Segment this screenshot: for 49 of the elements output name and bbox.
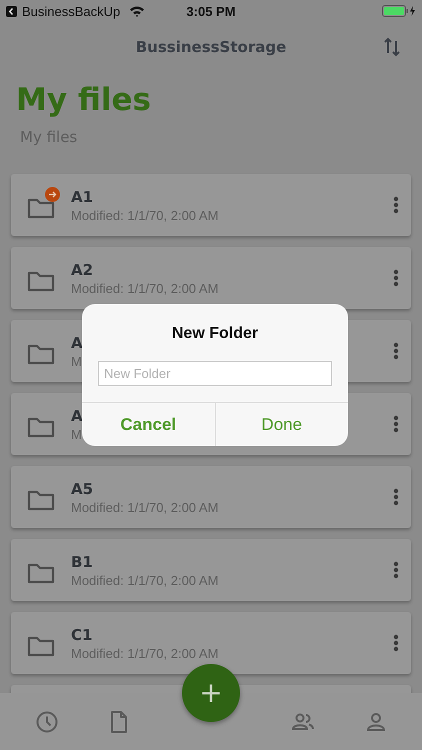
sort-icon[interactable]: [384, 37, 400, 57]
more-options-icon[interactable]: [393, 634, 399, 652]
status-time: 3:05 PM: [185, 4, 237, 18]
modified-date: M: [71, 354, 82, 368]
folder-name-field[interactable]: New Folder: [98, 361, 332, 386]
folder-icon: [27, 197, 55, 219]
battery-icon: [382, 5, 416, 17]
modified-date: Modified: 1/1/70, 2:00 AM: [71, 646, 218, 660]
wifi-icon: [129, 5, 146, 17]
people-icon[interactable]: [292, 712, 314, 730]
modified-date: M: [71, 426, 82, 442]
more-options-icon[interactable]: [393, 196, 399, 214]
folder-name: A1: [71, 188, 94, 206]
folder-name: A: [71, 406, 83, 424]
page-title: My files: [16, 81, 152, 120]
back-app-label[interactable]: BusinessBackUp: [22, 4, 120, 18]
folder-icon: [27, 270, 55, 292]
folder-row[interactable]: C1 Modified: 1/1/70, 2:00 AM: [11, 612, 411, 674]
folder-icon: [27, 416, 55, 438]
more-options-icon[interactable]: [393, 269, 399, 287]
folder-name: A: [71, 334, 83, 352]
folder-row[interactable]: A5 Modified: 1/1/70, 2:00 AM: [11, 466, 411, 528]
nav-title: BussinessStorage: [136, 38, 286, 56]
dialog-title: New Folder: [172, 325, 258, 343]
folder-icon: [27, 489, 55, 511]
folder-row[interactable]: B1 Modified: 1/1/70, 2:00 AM: [11, 539, 411, 601]
more-options-icon[interactable]: [393, 415, 399, 433]
clock-icon[interactable]: [36, 710, 58, 732]
folder-name: A5: [71, 480, 94, 498]
cancel-button[interactable]: Cancel: [82, 403, 214, 446]
more-options-icon[interactable]: [393, 342, 399, 360]
folder-name: B1: [71, 552, 93, 570]
folder-row[interactable]: A1 Modified: 1/1/70, 2:00 AM: [11, 174, 411, 236]
folder-name: C1: [71, 626, 92, 644]
modified-date: Modified: 1/1/70, 2:00 AM: [71, 500, 218, 514]
back-icon[interactable]: [6, 6, 17, 16]
folder-name: A2: [71, 260, 94, 278]
folder-icon: [27, 562, 55, 584]
more-options-icon[interactable]: [393, 488, 399, 506]
modified-date: Modified: 1/1/70, 2:00 AM: [71, 572, 218, 588]
done-button[interactable]: Done: [214, 403, 348, 446]
folder-icon: [27, 635, 55, 657]
folder-row[interactable]: A2 Modified: 1/1/70, 2:00 AM: [11, 247, 411, 309]
folder-icon: [27, 343, 55, 365]
person-icon[interactable]: [366, 712, 386, 732]
file-icon[interactable]: [110, 710, 128, 732]
modified-date: Modified: 1/1/70, 2:00 AM: [71, 280, 218, 296]
more-options-icon[interactable]: [393, 561, 399, 579]
modified-date: Modified: 1/1/70, 2:00 AM: [71, 208, 218, 222]
